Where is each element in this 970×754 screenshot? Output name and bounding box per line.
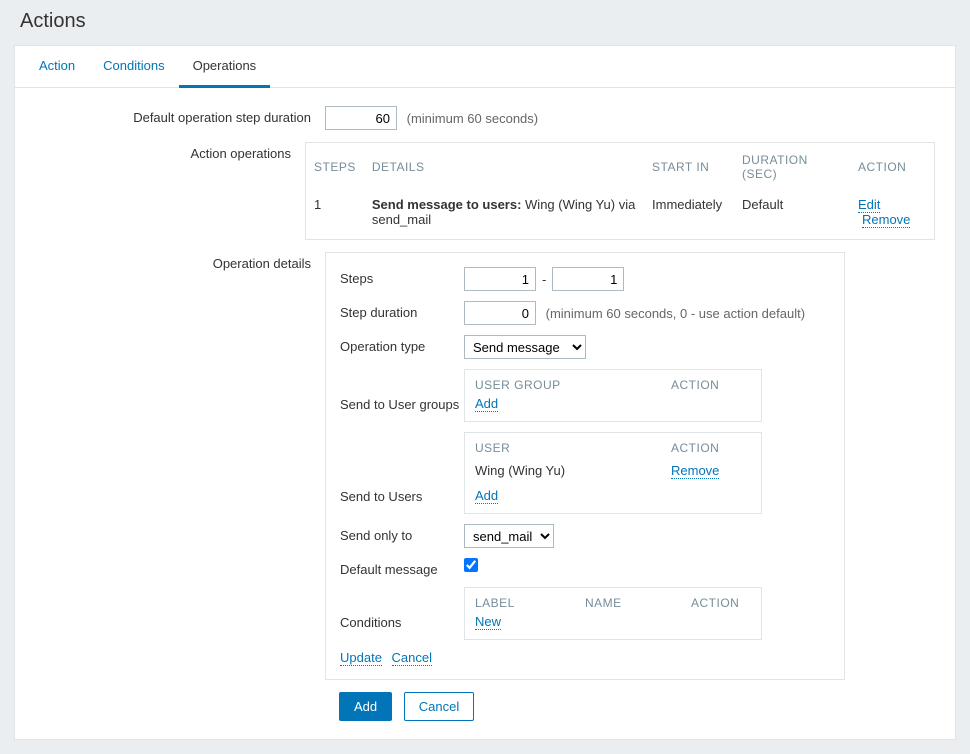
usergroup-table: USER GROUP ACTION Add — [464, 369, 762, 422]
input-step-duration[interactable] — [464, 301, 536, 325]
label-operation-details: Operation details — [35, 252, 325, 271]
link-cancel[interactable]: Cancel — [392, 650, 432, 666]
link-edit[interactable]: Edit — [858, 197, 880, 213]
link-remove-user[interactable]: Remove — [671, 463, 719, 479]
cell-details-bold: Send message to users: — [372, 197, 522, 212]
conditions-table: LABEL NAME ACTION New — [464, 587, 762, 640]
label-send-only: Send only to — [340, 524, 464, 543]
row-update-cancel: Update Cancel — [326, 650, 844, 665]
select-op-type[interactable]: Send message — [464, 335, 586, 359]
user-header: USER ACTION — [465, 433, 761, 459]
th-cond-action: ACTION — [691, 596, 751, 610]
cell-action: Edit Remove — [850, 191, 934, 239]
th-cond-label: LABEL — [475, 596, 585, 610]
control-default-msg — [464, 558, 830, 575]
table-row: 1 Send message to users: Wing (Wing Yu) … — [306, 191, 934, 239]
usergroup-header: USER GROUP ACTION — [465, 370, 761, 396]
user-add-row: Add — [475, 488, 751, 503]
control-op-type: Send message — [464, 335, 830, 359]
select-send-only[interactable]: send_mail — [464, 524, 554, 548]
hint-default-duration: (minimum 60 seconds) — [407, 111, 539, 126]
th-user-action: ACTION — [671, 441, 751, 455]
tab-operations[interactable]: Operations — [179, 46, 271, 88]
th-action: ACTION — [850, 143, 934, 191]
label-send-users: Send to Users — [340, 485, 464, 514]
form-area: Default operation step duration (minimum… — [15, 88, 955, 739]
label-step-duration: Step duration — [340, 301, 464, 320]
user-body: Wing (Wing Yu) Remove Add — [465, 459, 761, 513]
input-steps-to[interactable] — [552, 267, 624, 291]
steps-dash: - — [542, 272, 546, 287]
label-conditions: Conditions — [340, 611, 464, 640]
action-operations-table: STEPS DETAILS START IN DURATION (SEC) AC… — [305, 142, 935, 240]
button-row: Add Cancel — [339, 692, 935, 721]
th-duration: DURATION (SEC) — [734, 143, 850, 191]
cell-startin: Immediately — [644, 191, 734, 239]
add-button[interactable]: Add — [339, 692, 392, 721]
row-op-type: Operation type Send message — [326, 335, 844, 359]
operation-details-box: Steps - Step duration (minimum 60 second… — [325, 252, 845, 680]
cell-steps: 1 — [306, 191, 364, 239]
cell-details: Send message to users: Wing (Wing Yu) vi… — [364, 191, 644, 239]
link-new-condition[interactable]: New — [475, 614, 501, 630]
row-send-groups: Send to User groups USER GROUP ACTION Ad… — [326, 369, 844, 422]
conditions-header: LABEL NAME ACTION — [465, 588, 761, 614]
control-send-only: send_mail — [464, 524, 830, 548]
user-table: USER ACTION Wing (Wing Yu) Remove — [464, 432, 762, 514]
user-action: Remove — [671, 463, 751, 478]
row-default-duration: Default operation step duration (minimum… — [35, 106, 935, 130]
row-conditions: Conditions LABEL NAME ACTION New — [326, 587, 844, 640]
link-add-usergroup[interactable]: Add — [475, 396, 498, 412]
th-user: USER — [475, 441, 671, 455]
page-title: Actions — [20, 10, 950, 33]
input-steps-from[interactable] — [464, 267, 536, 291]
label-steps: Steps — [340, 267, 464, 286]
tabs: Action Conditions Operations — [15, 46, 955, 88]
th-usergroup-action: ACTION — [671, 378, 751, 392]
control-conditions: LABEL NAME ACTION New — [464, 587, 830, 640]
row-operation-details: Operation details Steps - Step duration — [35, 252, 935, 680]
main-panel: Action Conditions Operations Default ope… — [14, 45, 956, 740]
conditions-body: New — [465, 614, 761, 639]
control-action-operations: STEPS DETAILS START IN DURATION (SEC) AC… — [305, 142, 935, 240]
input-default-duration[interactable] — [325, 106, 397, 130]
link-update[interactable]: Update — [340, 650, 382, 666]
user-row: Wing (Wing Yu) Remove — [475, 459, 751, 482]
th-cond-name: NAME — [585, 596, 691, 610]
checkbox-default-msg[interactable] — [464, 558, 478, 572]
row-default-msg: Default message — [326, 558, 844, 577]
page-header: Actions — [0, 0, 970, 45]
label-default-duration: Default operation step duration — [35, 106, 325, 125]
label-send-groups: Send to User groups — [340, 393, 464, 422]
row-send-users: Send to Users USER ACTION Wing (Wing Yu) — [326, 432, 844, 514]
tab-conditions[interactable]: Conditions — [89, 46, 178, 87]
link-add-user[interactable]: Add — [475, 488, 498, 504]
tab-action[interactable]: Action — [25, 46, 89, 87]
control-send-users: USER ACTION Wing (Wing Yu) Remove — [464, 432, 830, 514]
row-action-operations: Action operations STEPS DETAILS START IN… — [35, 142, 935, 240]
control-steps: - — [464, 267, 830, 291]
user-name: Wing (Wing Yu) — [475, 463, 671, 478]
label-op-type: Operation type — [340, 335, 464, 354]
th-details: DETAILS — [364, 143, 644, 191]
label-default-msg: Default message — [340, 558, 464, 577]
th-startin: START IN — [644, 143, 734, 191]
control-operation-details: Steps - Step duration (minimum 60 second… — [325, 252, 935, 680]
row-step-duration: Step duration (minimum 60 seconds, 0 - u… — [326, 301, 844, 325]
label-action-operations: Action operations — [35, 142, 305, 161]
control-update-cancel: Update Cancel — [340, 650, 830, 665]
th-usergroup: USER GROUP — [475, 378, 671, 392]
cell-duration: Default — [734, 191, 850, 239]
th-steps: STEPS — [306, 143, 364, 191]
row-send-only: Send only to send_mail — [326, 524, 844, 548]
control-default-duration: (minimum 60 seconds) — [325, 106, 935, 130]
row-steps: Steps - — [326, 267, 844, 291]
usergroup-body: Add — [465, 396, 761, 421]
hint-step-duration: (minimum 60 seconds, 0 - use action defa… — [546, 306, 805, 321]
link-remove[interactable]: Remove — [862, 212, 910, 228]
control-send-groups: USER GROUP ACTION Add — [464, 369, 830, 422]
control-step-duration: (minimum 60 seconds, 0 - use action defa… — [464, 301, 830, 325]
cancel-button[interactable]: Cancel — [404, 692, 474, 721]
